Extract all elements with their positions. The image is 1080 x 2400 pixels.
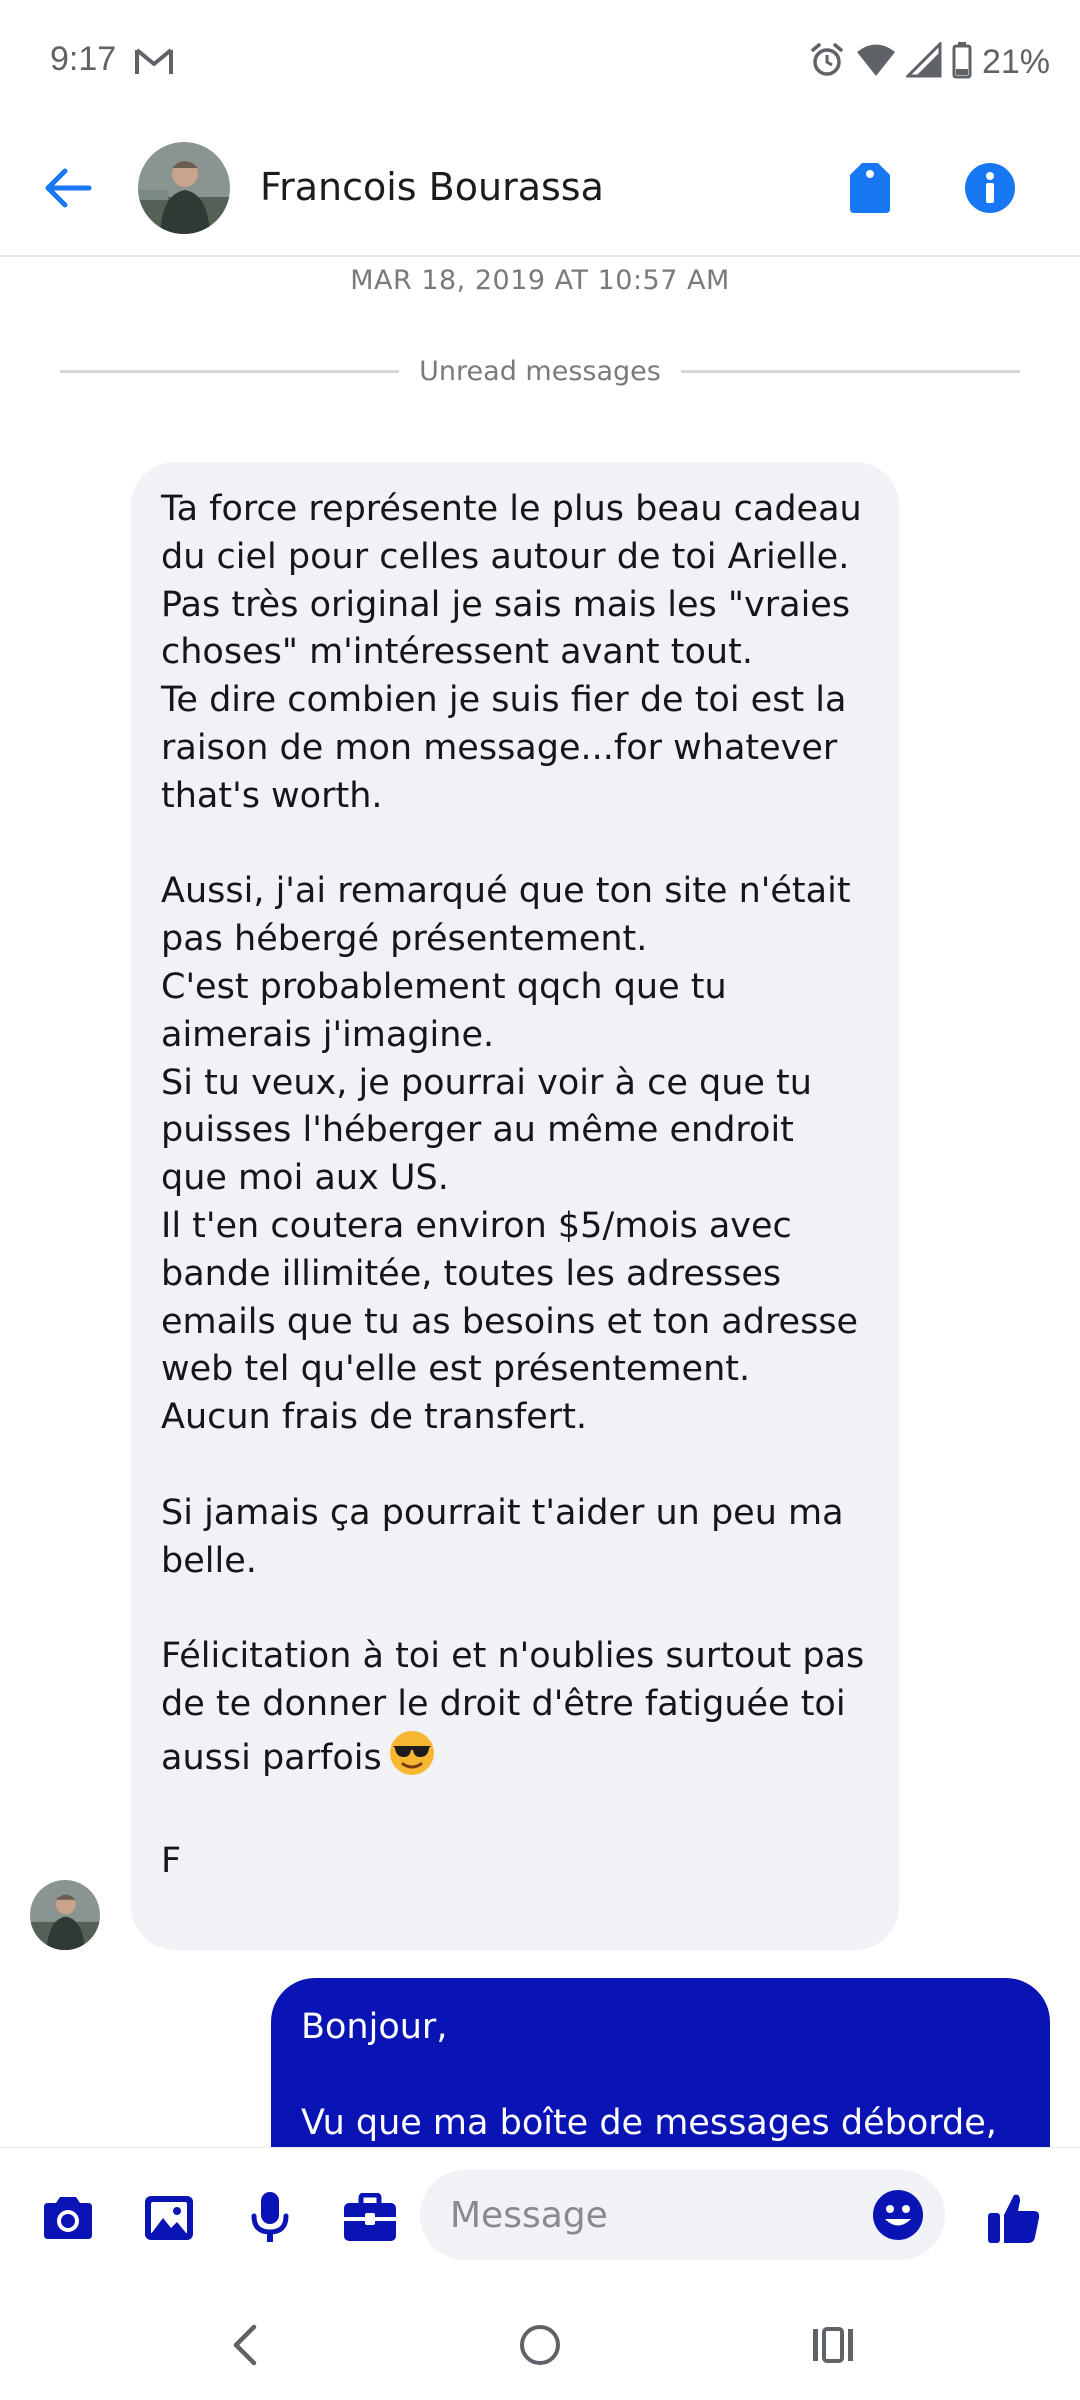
gmail-icon bbox=[134, 46, 174, 82]
sunglasses-emoji-icon bbox=[388, 1729, 436, 1791]
nav-back-button[interactable] bbox=[205, 2305, 285, 2385]
divider-line bbox=[60, 369, 400, 373]
tag-button[interactable] bbox=[840, 158, 900, 218]
emoji-icon bbox=[873, 2190, 923, 2240]
message-timestamp: MAR 18, 2019 AT 10:57 AM bbox=[350, 265, 730, 296]
tag-icon bbox=[850, 163, 890, 213]
back-arrow-icon bbox=[45, 168, 92, 208]
status-bar: 9:17 21% bbox=[0, 0, 1080, 120]
unread-divider: Unread messages bbox=[60, 351, 1021, 391]
back-icon bbox=[233, 2324, 257, 2366]
briefcase-button[interactable] bbox=[340, 2188, 400, 2248]
battery-icon bbox=[952, 41, 972, 83]
like-button[interactable] bbox=[984, 2188, 1044, 2248]
incoming-message-bubble[interactable]: Ta force représente le plus beau cadeau … bbox=[131, 462, 899, 1950]
incoming-message-text: Ta force représente le plus beau cadeau … bbox=[161, 486, 869, 1886]
home-icon bbox=[520, 2325, 560, 2365]
info-icon bbox=[965, 163, 1015, 213]
contact-avatar[interactable] bbox=[138, 142, 230, 234]
nav-recents-button[interactable] bbox=[793, 2305, 873, 2385]
message-composer bbox=[0, 2147, 1080, 2287]
sender-avatar[interactable] bbox=[30, 1880, 100, 1950]
unread-label: Unread messages bbox=[419, 355, 661, 387]
status-icons: 21% bbox=[808, 40, 1050, 84]
gallery-button[interactable] bbox=[139, 2188, 199, 2248]
thumbs-up-icon bbox=[988, 2194, 1040, 2243]
gallery-icon bbox=[145, 2196, 193, 2240]
nav-home-button[interactable] bbox=[500, 2305, 580, 2385]
incoming-message-signature: F bbox=[161, 1841, 182, 1882]
emoji-button[interactable] bbox=[868, 2185, 928, 2245]
message-field[interactable] bbox=[420, 2170, 945, 2260]
divider-line bbox=[680, 369, 1021, 373]
briefcase-icon bbox=[344, 2193, 396, 2241]
alarm-icon bbox=[808, 41, 846, 83]
back-button[interactable] bbox=[38, 158, 98, 218]
conversation-header: Francois Bourassa bbox=[0, 120, 1080, 257]
camera-icon bbox=[44, 2197, 92, 2239]
incoming-message-body: Ta force représente le plus beau cadeau … bbox=[161, 489, 865, 1778]
system-nav-bar bbox=[0, 2287, 1080, 2400]
microphone-icon bbox=[251, 2192, 289, 2242]
recents-icon bbox=[813, 2327, 853, 2363]
status-time: 9:17 bbox=[50, 40, 117, 78]
signal-icon bbox=[904, 40, 942, 82]
battery-percent: 21% bbox=[981, 42, 1050, 81]
camera-button[interactable] bbox=[38, 2188, 98, 2248]
message-input[interactable] bbox=[450, 2192, 850, 2238]
contact-name[interactable]: Francois Bourassa bbox=[260, 165, 604, 209]
outgoing-message-text: Bonjour, Vu que ma boîte de messages déb… bbox=[301, 2007, 997, 2143]
info-button[interactable] bbox=[960, 158, 1020, 218]
microphone-button[interactable] bbox=[240, 2188, 300, 2248]
wifi-icon bbox=[856, 43, 896, 81]
message-thread[interactable]: MAR 18, 2019 AT 10:57 AM Unread messages… bbox=[0, 259, 1080, 2147]
outgoing-message-bubble[interactable]: Bonjour, Vu que ma boîte de messages déb… bbox=[271, 1978, 1050, 2147]
